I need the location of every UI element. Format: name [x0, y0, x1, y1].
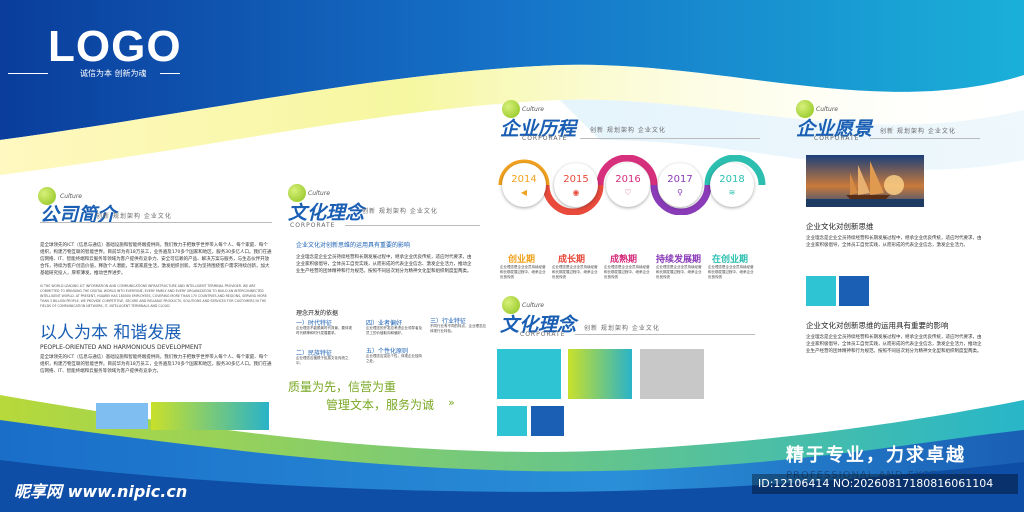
culture1-subtitle: 企业文化对创新思维的运用具有重要的影响	[296, 242, 411, 249]
culture-label: Culture	[522, 106, 544, 113]
culture1-sub: 创新 规划架构 企业文化	[362, 208, 438, 215]
photo-placeholder	[151, 402, 269, 430]
eye-icon: ◉	[572, 188, 580, 197]
vision-divider	[870, 138, 980, 139]
timeline-node: 2014 ◀	[502, 163, 546, 207]
timeline-node: 2015 ◉	[554, 163, 598, 207]
quote-line-2: 管理文本，服务为诚	[326, 398, 435, 412]
watermark: 昵享网 www.nipic.cn	[14, 482, 188, 501]
photo-placeholder	[640, 349, 704, 399]
history-corporate: CORPORATE	[522, 135, 568, 142]
principle-text: 企业理念的开发应考虑企业领导者及员工的价值取向和偏好。	[366, 326, 422, 335]
milestone-desc: 企业理念是企业全员持续经营和长期发展过程中，继承企业优良传统	[552, 265, 598, 279]
history-sub: 创新 规划架构 企业文化	[590, 127, 666, 134]
culture1-title: 文化理念	[288, 202, 365, 224]
slogan-right-rule	[160, 73, 180, 74]
culture2-corporate: CORPORATE	[520, 331, 566, 338]
heart-icon: ♡	[624, 188, 632, 197]
timeline-node: 2018 ≋	[710, 163, 754, 207]
principles-head: 理念开发的依据	[296, 310, 339, 317]
header-slogan: 诚信为本 创新为魂	[80, 69, 147, 78]
milestone-year: 2015	[563, 174, 589, 185]
milestone-desc: 企业理念是企业全员持续经营和长期发展过程中，继承企业优良传统	[604, 265, 650, 279]
principle-text: 企业理念应植根于民族文化传统之中。	[296, 356, 349, 365]
culture2-sub: 创新 规划架构 企业文化	[584, 325, 660, 332]
milestone-desc: 企业理念是企业全员持续经营和长期发展过程中，继承企业优良传统	[500, 265, 546, 279]
photo-placeholder	[806, 276, 836, 306]
photo-placeholder	[568, 349, 632, 399]
culture-label: Culture	[308, 190, 330, 197]
principle-text: 企业理念不能脱离时代背景，要体现时代精神和时代发展要求。	[296, 326, 352, 335]
culture-label: Culture	[816, 106, 838, 113]
culture1-para: 企业理念是企业全员持续经营和长期发展过程中，继承企业优良传统，适应时代要求，由企…	[296, 255, 472, 274]
milestone-desc: 企业理念是企业全员持续经营和长期发展过程中，继承企业优良传统	[708, 265, 754, 279]
profile-para2: 是全球领先的ICT（信息与通信）基础设施和智能终端提供商，我们致力于把数字世界带…	[40, 355, 272, 374]
profile-motto-en: PEOPLE-ORIENTED AND HARMONIOUS DEVELOPME…	[40, 344, 202, 351]
vision-para1: 企业理念是企业全员持续经营和长期发展过程中，继承企业优良传统，适应时代要求，由企…	[806, 236, 982, 248]
profile-para1-en: IS THE WORLD LEADING ICT INFORMATION AND…	[40, 284, 267, 308]
slogan-left-rule	[8, 73, 48, 74]
profile-sub: 创新 规划架构 企业文化	[96, 213, 172, 220]
milestone-desc: 企业理念是企业全员持续经营和长期发展过程中，继承企业优良传统	[656, 265, 702, 279]
timeline-node: 2016 ♡	[606, 163, 650, 207]
history-divider	[580, 138, 760, 139]
milestone-stage: 持续发展期	[656, 255, 702, 265]
quote-line-1: 质量为先，信营为重	[288, 380, 397, 394]
profile-para1: 是全球领先的ICT（信息与通信）基础设施和智能终端提供商，我们致力于把数字世界带…	[40, 243, 272, 276]
milestone-stage: 创业期	[508, 255, 536, 265]
photo-placeholder	[531, 406, 564, 436]
milestone-year: 2017	[667, 174, 693, 185]
milestone-year: 2016	[615, 174, 641, 185]
photo-placeholder	[96, 403, 148, 429]
chevrons-icon: »	[448, 396, 455, 409]
search-icon: ⚲	[677, 188, 683, 197]
footer-slogan: 精于专业，力求卓越	[786, 445, 966, 466]
principle-text: 不同行业有不同的特点，企业理念应体现行业特色。	[430, 324, 486, 333]
milestone-stage: 成长期	[558, 255, 586, 265]
logo: LOGO	[48, 22, 182, 71]
milestone-stage: 成熟期	[610, 255, 638, 265]
milestone-year: 2014	[511, 174, 537, 185]
wifi-icon: ≋	[728, 188, 736, 197]
image-id: ID:12106414 NO:20260817180816061104	[758, 477, 994, 490]
milestone-stage: 在创业期	[712, 255, 749, 265]
culture2-divider	[575, 334, 755, 335]
photo-placeholder	[839, 276, 869, 306]
sailing-ship-image	[806, 155, 924, 207]
vision-subtitle1: 企业文化对创新思维	[806, 222, 874, 231]
milestone-year: 2018	[719, 174, 745, 185]
profile-divider	[40, 222, 272, 223]
culture1-divider	[345, 225, 480, 226]
culture-label: Culture	[60, 193, 82, 200]
photo-placeholder	[497, 406, 527, 436]
culture1-corporate: CORPORATE	[290, 222, 336, 229]
photo-placeholder	[497, 349, 561, 399]
principle-text: 企业理念应突出个性，体现企业独特之处。	[366, 354, 422, 363]
vision-subtitle2: 企业文化对创新思维的运用具有重要的影响	[806, 321, 949, 330]
culture-label: Culture	[522, 302, 544, 309]
vision-corporate: CORPORATE	[814, 135, 860, 142]
profile-motto: 以人为本 和谐发展	[40, 323, 182, 343]
vision-sub: 创新 规划架构 企业文化	[880, 128, 956, 135]
vision-para2: 企业理念是企业全员持续经营和长期发展过程中，继承企业优良传统，适应时代要求，由企…	[806, 335, 982, 354]
megaphone-icon: ◀	[520, 188, 528, 197]
timeline-node: 2017 ⚲	[658, 163, 702, 207]
